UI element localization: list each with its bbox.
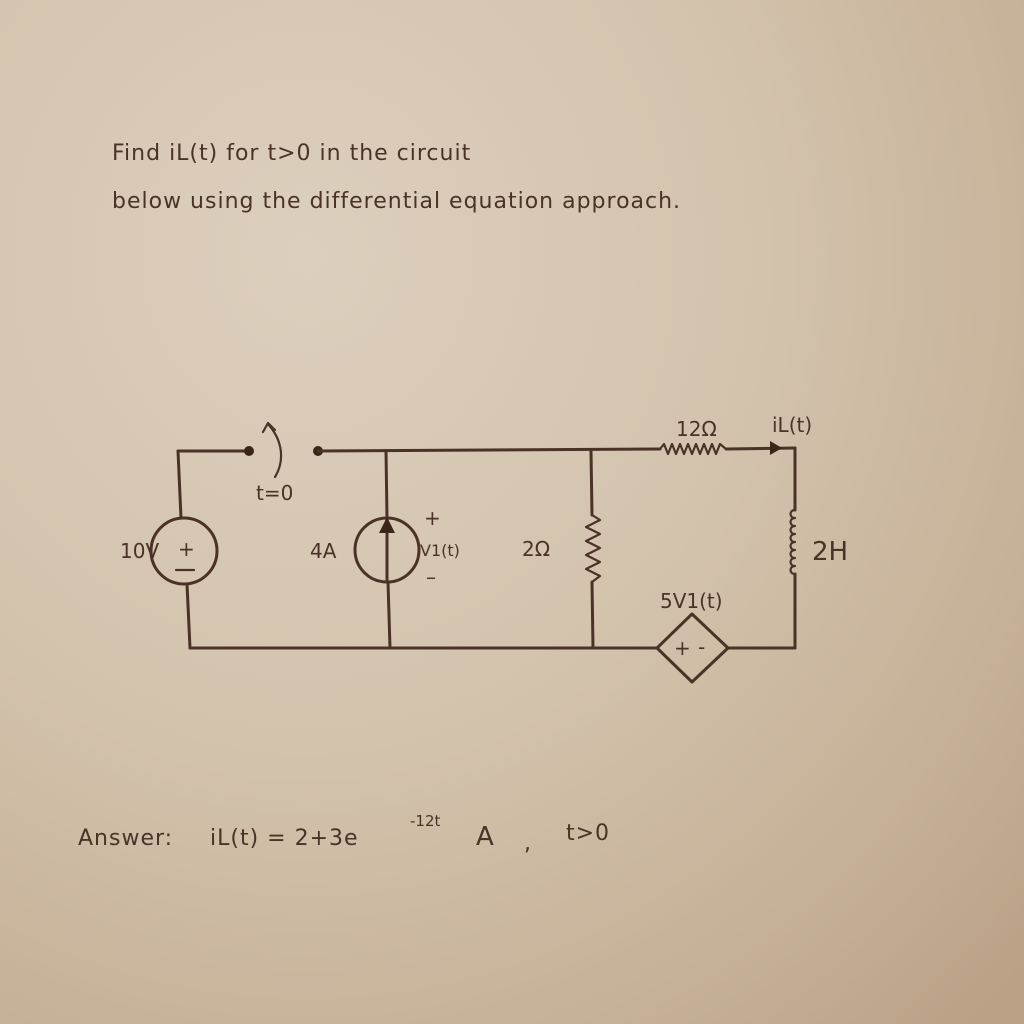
wire-current-source-lower — [386, 580, 392, 650]
answer-prefix: Answer: — [78, 826, 173, 851]
resistor-12-ohm — [658, 442, 728, 456]
notebook-page: Find iL(t) for t>0 in the circuit below … — [0, 0, 1024, 1024]
wire-current-source-upper — [384, 449, 389, 520]
answer-separator: , — [524, 831, 532, 856]
v1-label: V1(t) — [420, 541, 460, 560]
switch-label: t=0 — [256, 481, 293, 505]
problem-line-2: below using the differential equation ap… — [112, 189, 681, 214]
answer-unit: A — [476, 822, 494, 852]
wire-top-middle — [316, 447, 662, 453]
inductor-label: 2H — [812, 537, 848, 567]
switch-terminal-left — [244, 446, 254, 456]
inductor-coil — [789, 508, 797, 576]
wire-top-right — [724, 446, 797, 451]
resistor-12-label: 12Ω — [676, 417, 717, 441]
switch-open-arrow-icon — [261, 421, 283, 479]
dependent-source-label: 5V1(t) — [660, 589, 723, 613]
problem-line-1: Find iL(t) for t>0 in the circuit — [112, 141, 471, 166]
circuit-diagram: t=0 12Ω iL(t) 2H + - 5V1(t) + 10V 4A + V… — [120, 413, 848, 684]
wire-left-upper — [176, 449, 183, 520]
resistor-2-label: 2Ω — [522, 537, 550, 561]
answer-condition: t>0 — [566, 821, 610, 846]
wire-resistor2-upper — [589, 449, 594, 517]
inductor-current-label: iL(t) — [772, 413, 812, 437]
voltage-source-plus: + — [178, 537, 195, 561]
dependent-source-plus: + — [674, 636, 691, 660]
wire-resistor2-lower — [590, 580, 595, 650]
dependent-voltage-source — [655, 612, 730, 684]
voltage-source-label: 10V — [120, 539, 159, 563]
current-arrow-icon — [770, 441, 782, 455]
resistor-2-ohm — [584, 513, 602, 584]
answer-line: Answer: iL(t) = 2+3e -12t A , t>0 — [78, 812, 610, 856]
v1-minus: – — [426, 565, 436, 589]
wire-left-lower — [185, 582, 192, 650]
current-source-label: 4A — [310, 539, 337, 563]
circuit-problem-sheet: Find iL(t) for t>0 in the circuit below … — [78, 141, 848, 856]
answer-exponent: -12t — [410, 812, 440, 830]
dependent-source-minus: - — [698, 635, 705, 659]
answer-lhs: iL(t) = 2+3e — [210, 826, 359, 851]
v1-plus: + — [424, 506, 441, 530]
